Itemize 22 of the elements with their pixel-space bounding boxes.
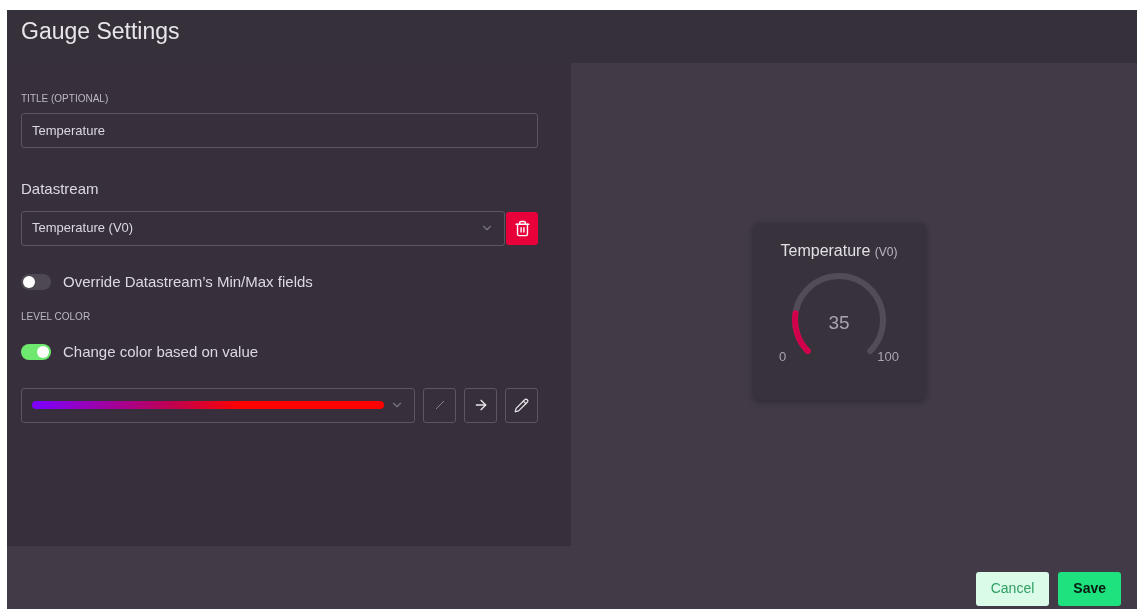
datastream-dropdown[interactable]: Temperature (V0)	[21, 210, 505, 246]
field-label: TITLE (OPTIONAL)	[21, 92, 109, 106]
toggle-label: Change color based on value	[63, 342, 259, 362]
gauge-min: 0	[779, 348, 787, 366]
gauge-max: 100	[877, 348, 899, 366]
edit-button[interactable]	[505, 387, 538, 423]
color-gradient-dropdown[interactable]	[21, 387, 415, 423]
widget-title: Temperature (V0)	[780, 241, 898, 261]
section-label: Datastream	[21, 179, 99, 199]
trash-icon	[513, 219, 531, 237]
slash-icon	[434, 400, 445, 410]
dialog-title: Gauge Settings	[21, 17, 180, 46]
title-field[interactable]: Temperature	[21, 113, 538, 148]
toggle-label: Override Datastream’s Min/Max fields	[63, 271, 313, 292]
arrow-button[interactable]	[464, 387, 497, 423]
save-button[interactable]: Save	[1058, 571, 1121, 606]
section-label: LEVEL COLOR	[21, 310, 91, 324]
gauge-value: 35	[828, 311, 850, 335]
pencil-icon	[514, 397, 529, 413]
delete-button[interactable]	[506, 211, 538, 245]
toggle-switch[interactable]	[21, 344, 51, 361]
toggle-switch[interactable]	[21, 273, 51, 290]
